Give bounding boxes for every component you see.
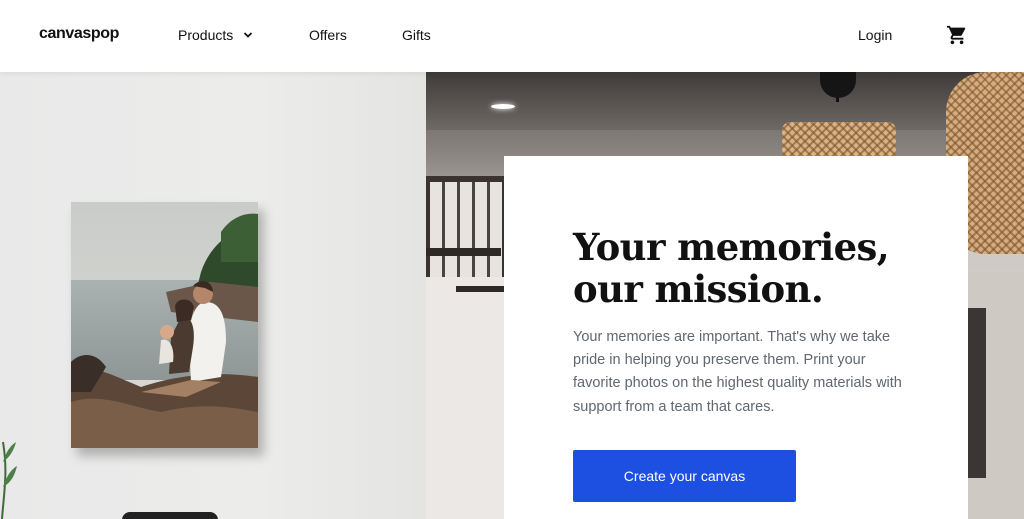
- logo[interactable]: canvaspop: [39, 25, 119, 43]
- shopping-cart-icon[interactable]: [946, 24, 968, 46]
- family-photo-illustration: [71, 202, 258, 448]
- ceiling: [426, 72, 1024, 130]
- hero-description: Your memories are important. That's why …: [573, 329, 902, 415]
- canvas-print-image: [71, 202, 258, 448]
- hero-headline-line2: our mission.: [573, 267, 824, 311]
- hero-card: Your memories, our mission. Your memorie…: [504, 156, 968, 519]
- stair-step: [456, 286, 504, 292]
- stair-wall: [426, 277, 506, 519]
- hero-section: Your memories, our mission. Your memorie…: [0, 72, 1024, 519]
- chevron-down-icon: [244, 32, 253, 38]
- door-frame: [968, 308, 986, 478]
- nav-products-label: Products: [178, 27, 234, 43]
- login-link[interactable]: Login: [858, 27, 892, 43]
- create-canvas-button[interactable]: Create your canvas: [573, 450, 796, 502]
- chair: [122, 512, 218, 519]
- stair-step: [426, 248, 501, 256]
- hero-headline-line1: Your memories,: [573, 225, 890, 269]
- nav-offers[interactable]: Offers: [309, 27, 347, 43]
- nav-gifts[interactable]: Gifts: [402, 27, 431, 43]
- site-header: canvaspop Products Offers Gifts Login: [0, 0, 1024, 72]
- ceiling-light: [491, 104, 515, 109]
- plant-icon: [1, 441, 17, 519]
- hero-headline: Your memories, our mission.: [573, 226, 953, 310]
- nav-products[interactable]: Products: [178, 27, 253, 43]
